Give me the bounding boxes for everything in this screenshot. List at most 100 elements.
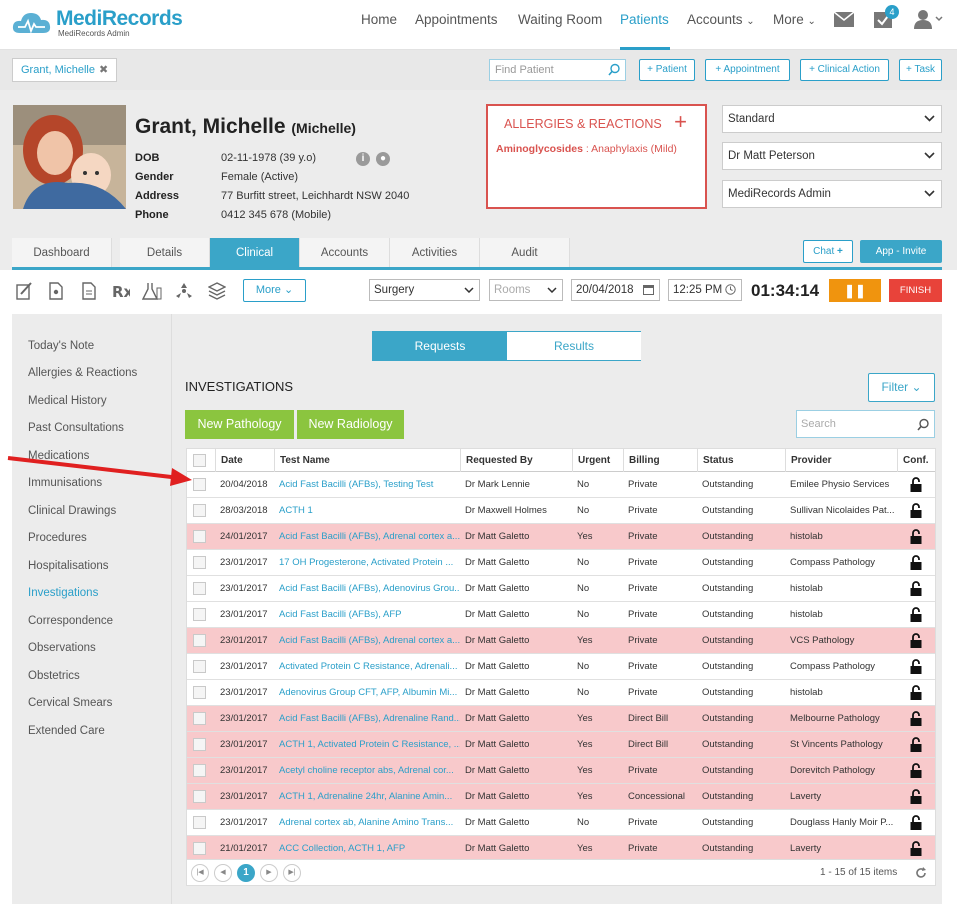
nav-patients[interactable]: Patients [620,12,669,27]
table-row[interactable]: 20/04/2018 Acid Fast Bacilli (AFBs), Test… [187,472,935,498]
table-row[interactable]: 23/01/2017 ACTH 1, Adrenaline 24hr, Alani… [187,784,935,810]
test-name-link[interactable]: Adenovirus Group CFT, AFP, Albumin Mi... [274,680,460,706]
table-row[interactable]: 23/01/2017 Acid Fast Bacilli (AFBs), AFP D… [187,602,935,628]
prescription-icon[interactable]: Rx [112,282,130,300]
lock-icon[interactable] [910,555,922,570]
radiology-icon[interactable] [175,282,193,300]
table-row[interactable]: 23/01/2017 Acid Fast Bacilli (AFBs), Adre… [187,628,935,654]
table-row[interactable]: 23/01/2017 17 OH Progesterone, Activated … [187,550,935,576]
test-name-link[interactable]: Acid Fast Bacilli (AFBs), Adrenal cortex… [274,628,460,654]
column-header-status[interactable]: Status [697,449,785,472]
last-page-button[interactable]: ▶| [283,864,301,882]
app-invite-button[interactable]: App - Invite [860,240,942,263]
new-radiology-button[interactable]: New Radiology [297,410,404,439]
tab-accounts[interactable]: Accounts [300,238,390,268]
tab-audit[interactable]: Audit [480,238,570,268]
segment-results[interactable]: Results [507,332,641,360]
chat-button[interactable]: Chat + [803,240,853,263]
sidebar-item-today-s-note[interactable]: Today's Note [28,340,94,352]
test-name-link[interactable]: Acid Fast Bacilli (AFBs), Adenovirus Gro… [274,576,460,602]
sidebar-item-medical-history[interactable]: Medical History [28,395,107,407]
lock-icon[interactable] [910,633,922,648]
page-number-button[interactable]: 1 [237,864,255,882]
sidebar-item-allergies-reactions[interactable]: Allergies & Reactions [28,367,137,379]
patient-chip[interactable]: Grant, Michelle ✖ [12,58,118,82]
time-input[interactable]: 12:25 PM [668,279,742,301]
add-appointment-button[interactable]: + Appointment [705,59,790,81]
sidebar-item-obstetrics[interactable]: Obstetrics [28,670,80,682]
column-header-test-name[interactable]: Test Name [274,449,460,472]
row-checkbox[interactable] [193,790,206,803]
date-input[interactable]: 20/04/2018 [571,279,660,301]
doctor-select[interactable]: Dr Matt Peterson [722,142,942,170]
test-name-link[interactable]: Acid Fast Bacilli (AFBs), Adrenal cortex… [274,524,460,550]
calendar-icon[interactable] [643,284,654,295]
sidebar-item-investigations[interactable]: Investigations [28,587,98,599]
nav-accounts[interactable]: Accounts ⌄ [687,12,755,27]
column-header-date[interactable]: Date [215,449,274,472]
investigations-search-input[interactable]: Search [796,410,935,438]
table-row[interactable]: 23/01/2017 Acid Fast Bacilli (AFBs), Adre… [187,706,935,732]
test-name-link[interactable]: Adrenal cortex ab, Alanine Amino Trans..… [274,810,460,836]
tab-details[interactable]: Details [120,238,210,268]
user-icon[interactable] [914,9,944,29]
sidebar-item-cervical-smears[interactable]: Cervical Smears [28,697,112,709]
test-name-link[interactable]: ACTH 1, Adrenaline 24hr, Alanine Amin... [274,784,460,810]
test-name-link[interactable]: 17 OH Progesterone, Activated Protein ..… [274,550,460,576]
pregnancy-icon[interactable]: ● [376,152,390,166]
find-patient-input[interactable]: Find Patient [489,59,626,81]
row-checkbox[interactable] [193,686,206,699]
row-checkbox[interactable] [193,530,206,543]
test-name-link[interactable]: Acetyl choline receptor abs, Adrenal cor… [274,758,460,784]
column-header-provider[interactable]: Provider [785,449,897,472]
lock-icon[interactable] [910,685,922,700]
next-page-button[interactable]: ▶ [260,864,278,882]
test-name-link[interactable]: Acid Fast Bacilli (AFBs), Testing Test [274,472,460,498]
table-row[interactable]: 23/01/2017 Acid Fast Bacilli (AFBs), Aden… [187,576,935,602]
column-header-conf[interactable]: Conf. [897,449,937,472]
visit-type-select[interactable]: Surgery [369,279,480,301]
table-row[interactable]: 23/01/2017 Adrenal cortex ab, Alanine Ami… [187,810,935,836]
lock-icon[interactable] [910,841,922,856]
lock-icon[interactable] [910,763,922,778]
add-patient-button[interactable]: + Patient [639,59,695,81]
pathology-flask-icon[interactable] [142,282,162,300]
row-checkbox[interactable] [193,556,206,569]
row-checkbox[interactable] [193,660,206,673]
test-name-link[interactable]: Activated Protein C Resistance, Adrenali… [274,654,460,680]
nav-more[interactable]: More ⌄ [773,12,816,27]
table-row[interactable]: 23/01/2017 Adenovirus Group CFT, AFP, Alb… [187,680,935,706]
add-task-button[interactable]: + Task [899,59,942,81]
more-tools-button[interactable]: More ⌄ [243,279,306,302]
column-header-requested-by[interactable]: Requested By [460,449,572,472]
row-checkbox[interactable] [193,842,206,855]
test-name-link[interactable]: ACTH 1 [274,498,460,524]
table-row[interactable]: 23/01/2017 ACTH 1, Activated Protein C Re… [187,732,935,758]
note-edit-icon[interactable] [16,282,32,300]
finish-button[interactable]: FINISH [889,279,942,302]
add-allergy-icon[interactable]: + [674,109,687,135]
lock-icon[interactable] [910,711,922,726]
row-checkbox[interactable] [193,634,206,647]
lock-icon[interactable] [910,789,922,804]
lock-icon[interactable] [910,477,922,492]
row-checkbox[interactable] [193,504,206,517]
new-pathology-button[interactable]: New Pathology [185,410,294,439]
layers-icon[interactable] [208,282,226,300]
sidebar-item-observations[interactable]: Observations [28,642,96,654]
table-row[interactable]: 23/01/2017 Acetyl choline receptor abs, A… [187,758,935,784]
segment-requests[interactable]: Requests [373,332,507,360]
lock-icon[interactable] [910,607,922,622]
tab-activities[interactable]: Activities [390,238,480,268]
first-page-button[interactable]: |◀ [191,864,209,882]
table-row[interactable]: 28/03/2018 ACTH 1 Dr Maxwell Holmes No Priva… [187,498,935,524]
filter-button[interactable]: Filter ⌄ [868,373,935,402]
lock-icon[interactable] [910,581,922,596]
row-checkbox[interactable] [193,712,206,725]
test-name-link[interactable]: Acid Fast Bacilli (AFBs), Adrenaline Ran… [274,706,460,732]
lock-icon[interactable] [910,659,922,674]
refresh-icon[interactable] [915,867,927,879]
document-pin-icon[interactable] [49,282,63,300]
table-row[interactable]: 24/01/2017 Acid Fast Bacilli (AFBs), Adre… [187,524,935,550]
sidebar-item-procedures[interactable]: Procedures [28,532,87,544]
